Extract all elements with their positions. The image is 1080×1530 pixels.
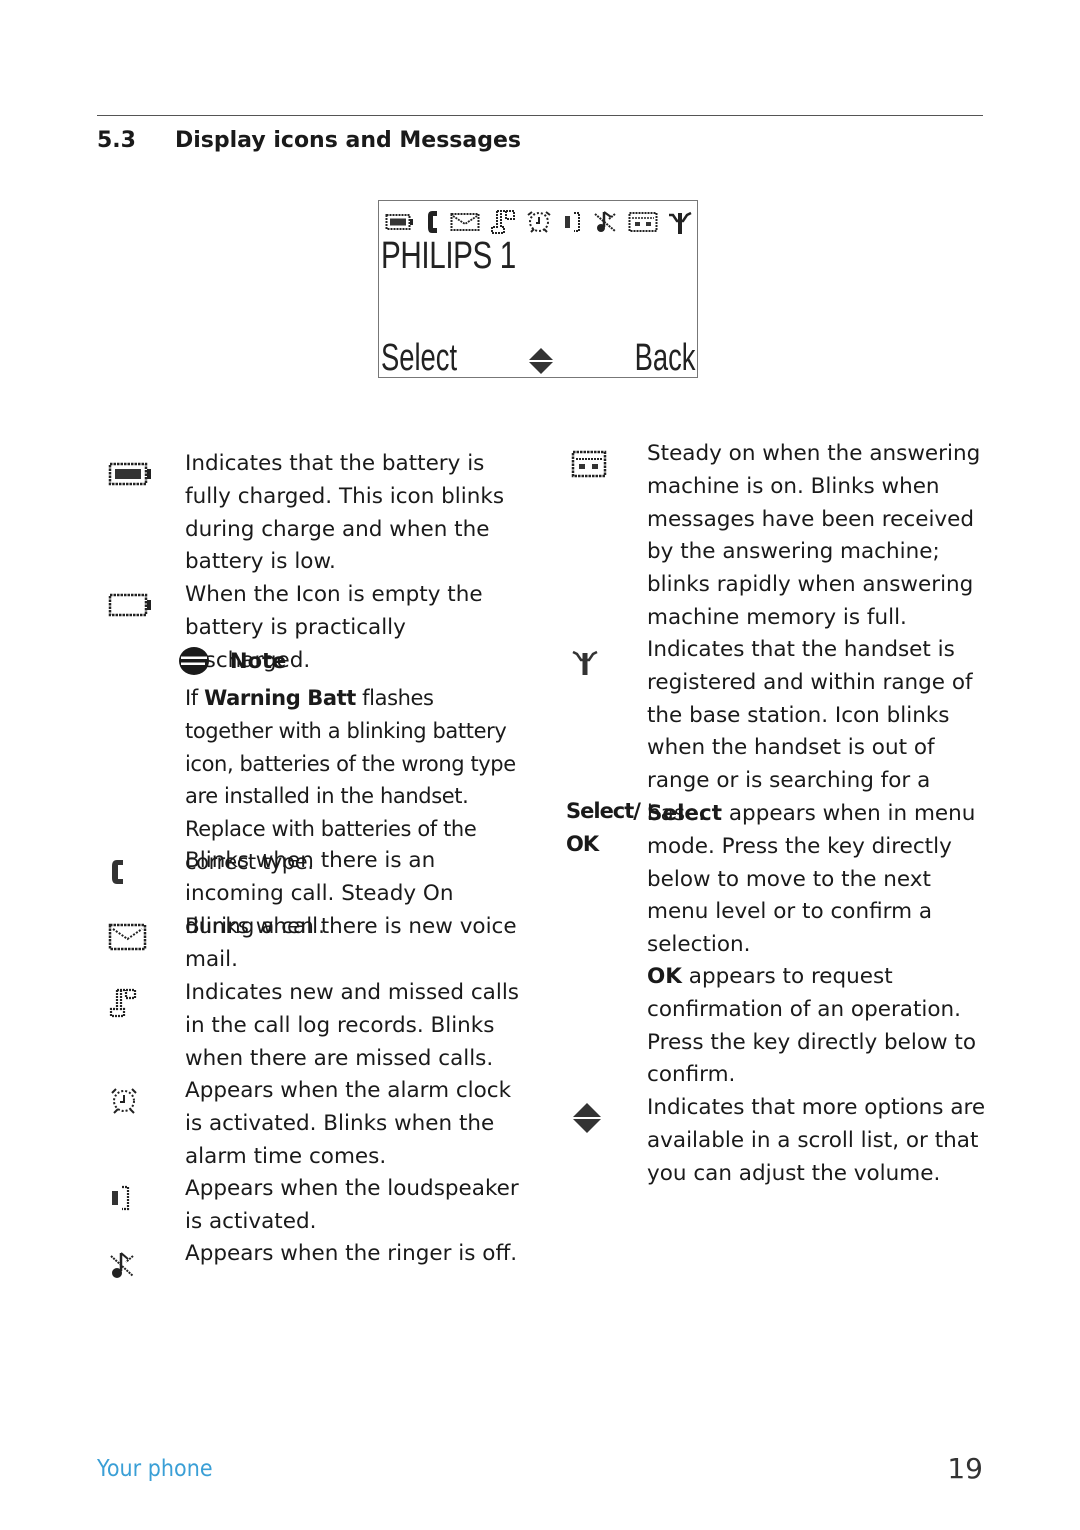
footer-chapter: Your phone (97, 1456, 213, 1482)
select-description: Select appears when in menu mode. Press … (647, 798, 987, 962)
answering-machine-icon (628, 212, 657, 232)
envelope-icon (108, 923, 147, 951)
select-bold: Select (647, 801, 723, 826)
note-label: Note (230, 649, 287, 673)
ringer-off-description: Appears when the ringer is off. (185, 1241, 518, 1266)
note-header: Note (178, 646, 286, 676)
section-title: Display icons and Messages (175, 128, 521, 153)
scroll-arrows-icon (527, 348, 555, 374)
ok-key-label: OK (566, 832, 599, 856)
loudspeaker-icon (112, 1185, 130, 1211)
section-number: 5.3 (97, 128, 136, 153)
note-prefix: If (185, 686, 205, 710)
alarm-clock-icon (527, 211, 551, 233)
call-log-icon (109, 988, 137, 1018)
ok-description: OK appears to request confirmation of an… (647, 961, 987, 1092)
scroll-arrows-icon (571, 1103, 603, 1133)
battery-full-icon (108, 462, 151, 486)
answering-machine-description: Steady on when the answering machine is … (647, 441, 981, 630)
page-number: 19 (947, 1452, 983, 1485)
battery-empty-icon (108, 593, 151, 617)
call-log-icon (490, 210, 515, 234)
antenna-icon (669, 211, 692, 234)
section-divider (97, 115, 983, 116)
answering-machine-icon (571, 450, 607, 478)
select-key-label: Select/ (566, 799, 641, 823)
ringer-off-icon (594, 211, 616, 232)
phone-handset-icon (427, 211, 437, 233)
alarm-description: Appears when the alarm clock is activate… (185, 1078, 512, 1169)
battery-full-description: Indicates that the battery is fully char… (185, 451, 505, 575)
envelope-icon (450, 213, 480, 231)
lcd-display: PHILIPS 1 Select Back (378, 200, 698, 379)
lcd-status-icons (385, 207, 693, 237)
loudspeaker-icon (564, 212, 580, 232)
scroll-description: Indicates that more options are availabl… (647, 1095, 986, 1186)
note-warning-batt: Warning Batt (204, 686, 356, 710)
call-log-description: Indicates new and missed calls in the ca… (185, 980, 520, 1071)
lcd-line-1: PHILIPS 1 (381, 235, 516, 277)
voice-mail-description: Blinks when there is new voice mail. (185, 914, 517, 972)
ok-bold: OK (647, 964, 682, 989)
alarm-clock-icon (111, 1088, 137, 1114)
lcd-softkey-right: Back (634, 337, 695, 379)
ok-text: appears to request confirmation of an op… (647, 964, 977, 1088)
phone-handset-icon (112, 860, 123, 884)
battery-full-icon (385, 214, 413, 230)
ringer-off-icon (110, 1252, 134, 1278)
antenna-icon (572, 650, 598, 675)
note-icon (179, 647, 209, 675)
loudspeaker-description: Appears when the loudspeaker is activate… (185, 1176, 519, 1234)
lcd-softkey-left: Select (381, 337, 458, 379)
